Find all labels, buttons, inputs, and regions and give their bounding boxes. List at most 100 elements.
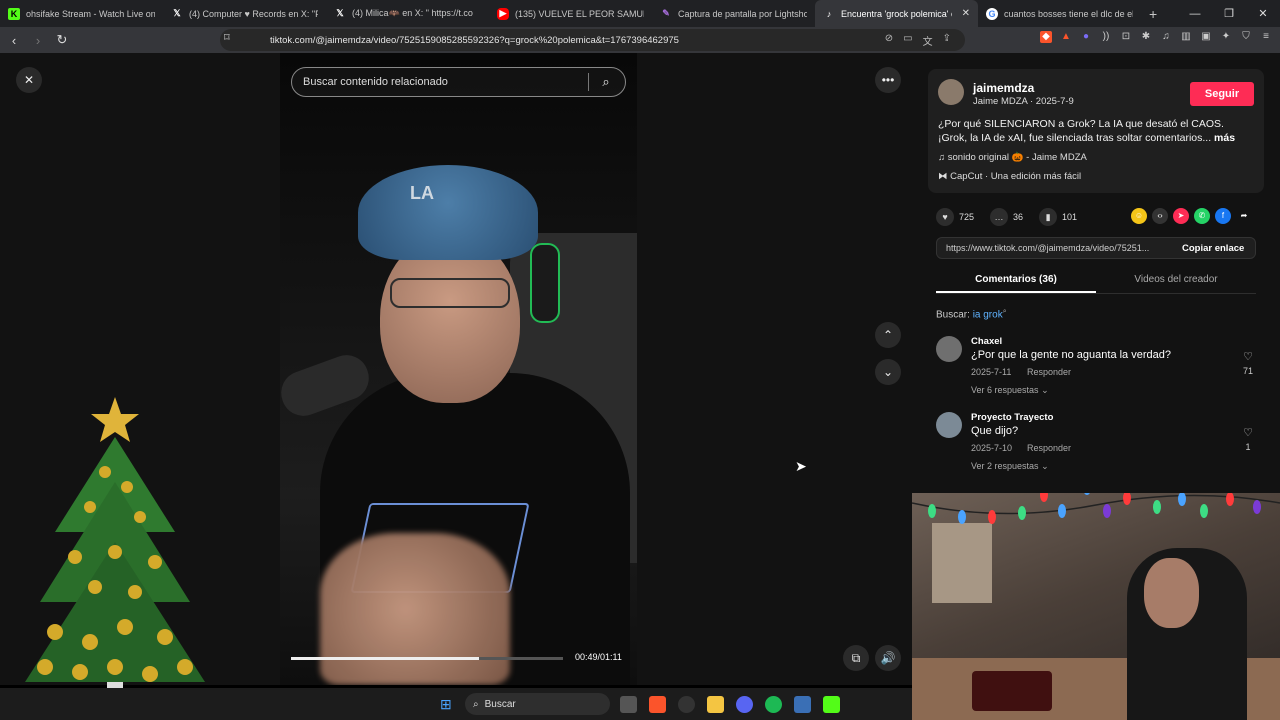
avatar[interactable] [938, 79, 964, 105]
browser-tabbar: Kohsifake Stream - Watch Live on 𝕏 (4) Co… [0, 0, 1280, 27]
creator-username[interactable]: jaimemdza [973, 81, 1034, 95]
brave-shield-icon[interactable]: ◆ [1040, 31, 1052, 43]
avatar[interactable] [936, 336, 962, 362]
sidebar-icon[interactable]: ▥ [1180, 31, 1192, 43]
screenshot-icon[interactable]: ⊡ [1120, 31, 1132, 43]
save-button[interactable]: ▮ 101 [1039, 208, 1077, 226]
task-view-icon[interactable] [620, 696, 637, 713]
extension-icon[interactable]: ● [1080, 31, 1092, 43]
browser-tab[interactable]: Kohsifake Stream - Watch Live on [0, 0, 163, 27]
browser-tab[interactable]: 𝕏(4) Computer ♥ Records en X: "PlayS [163, 0, 326, 27]
reply-button[interactable]: Responder [1027, 443, 1071, 453]
video-progress-bar[interactable] [291, 657, 563, 660]
search-icon[interactable]: ⌕ [589, 74, 623, 90]
app-icon[interactable] [794, 696, 811, 713]
follow-button[interactable]: Seguir [1190, 82, 1254, 106]
whatsapp-icon[interactable]: ✆ [1194, 208, 1210, 224]
ai-icon[interactable]: ✦ [1220, 31, 1232, 43]
pip-button[interactable]: ⧉ [843, 645, 869, 671]
view-replies-text: Ver 2 respuestas [971, 461, 1039, 471]
avatar[interactable] [936, 412, 962, 438]
volume-button[interactable]: 🔊 [875, 645, 901, 671]
share-icon[interactable]: ⇪ [943, 33, 951, 48]
vpn-icon[interactable]: ⛉ [1240, 31, 1252, 43]
view-replies-button[interactable]: Ver 6 respuestas ⌄ [971, 385, 1049, 396]
address-bar-icons: ⊘ ▭ 文 ⇪ [885, 33, 951, 48]
new-tab-button[interactable]: + [1141, 6, 1165, 22]
screen: Kohsifake Stream - Watch Live on 𝕏 (4) Co… [0, 0, 1280, 720]
bookmark-icon[interactable]: ⌑ [224, 31, 230, 44]
related-search-input[interactable] [303, 76, 588, 88]
translate-icon[interactable]: 文 [923, 33, 933, 48]
x-icon: 𝕏 [173, 8, 181, 18]
rewards-icon[interactable]: ▲ [1060, 31, 1072, 43]
music-icon[interactable]: ♫ [1160, 31, 1172, 43]
like-button[interactable]: ♥ 725 [936, 208, 974, 226]
comment-user[interactable]: Proyecto Trayecto [971, 412, 1053, 423]
puzzle-icon[interactable]: ✱ [1140, 31, 1152, 43]
comment-like-count: 71 [1242, 366, 1253, 376]
copy-link-button[interactable]: Copiar enlace [1182, 243, 1244, 254]
taskbar-search[interactable]: ⌕ Buscar [465, 693, 610, 715]
folder-icon[interactable] [707, 696, 724, 713]
close-tab-icon[interactable]: ✕ [962, 8, 970, 19]
no-tracking-icon[interactable]: ⊘ [885, 33, 893, 48]
more-options-button[interactable]: ••• [875, 67, 901, 93]
lightshot-icon: ✎ [662, 8, 670, 18]
spotify-icon[interactable] [765, 696, 782, 713]
github-desktop-icon[interactable] [678, 696, 695, 713]
browser-tab[interactable]: ▶(135) VUELVE EL PEOR SAMURAI DE [489, 0, 652, 27]
discord-icon[interactable] [736, 696, 753, 713]
sound-link[interactable]: ♫ sonido original 🎃 - Jaime MDZA [938, 152, 1087, 163]
comment-like-icon[interactable]: ♡ [1240, 350, 1256, 363]
screen-icon[interactable]: ▭ [903, 33, 912, 48]
url-text[interactable]: tiktok.com/@jaimemdza/video/752515908528… [270, 35, 679, 46]
audio-icon[interactable]: )) [1100, 31, 1112, 43]
more-link[interactable]: más [1214, 132, 1235, 144]
send-icon[interactable]: ➤ [1173, 208, 1189, 224]
comment-like-count: 1 [1245, 442, 1251, 452]
reply-button[interactable]: Responder [1027, 367, 1071, 377]
reload-icon[interactable]: ↻ [52, 32, 72, 48]
browser-tab[interactable]: 𝕏 (4) Milica🦇 en X: " https://t.co [326, 0, 489, 27]
browser-tab[interactable]: ✎ Captura de pantalla por Lightshot [652, 0, 815, 27]
view-replies-button[interactable]: Ver 2 respuestas ⌄ [971, 461, 1049, 472]
address-bar[interactable]: tiktok.com/@jaimemdza/video/752515908528… [220, 29, 965, 51]
search-icon: ⌕ [1002, 308, 1007, 315]
windows-start-icon[interactable]: ⊞ [440, 696, 456, 712]
kick-icon[interactable] [823, 696, 840, 713]
close-video-button[interactable]: ✕ [16, 67, 42, 93]
keyboard [972, 671, 1052, 711]
forward-icon[interactable]: › [28, 33, 48, 48]
wallet-icon[interactable]: ▣ [1200, 31, 1212, 43]
comment-user[interactable]: Chaxel [971, 336, 1002, 347]
creator-name-date: Jaime MDZA · 2025-7-9 [973, 96, 1074, 107]
back-icon[interactable]: ‹ [4, 33, 24, 48]
tab-creator-videos[interactable]: Videos del creador [1096, 268, 1256, 293]
search-suggestion-term[interactable]: ia grok [973, 309, 1003, 320]
restore-icon[interactable]: ❐ [1212, 7, 1246, 20]
comment-button[interactable]: … 36 [990, 208, 1023, 226]
capcut-link[interactable]: ⧓ CapCut · Una edición más fácil [938, 171, 1081, 182]
menu-icon[interactable]: ≡ [1260, 31, 1272, 43]
brave-icon[interactable] [649, 696, 666, 713]
previous-video-button[interactable]: ⌃ [875, 322, 901, 348]
next-video-button[interactable]: ⌄ [875, 359, 901, 385]
panel-tabs: Comentarios (36) Videos del creador [936, 268, 1256, 294]
browser-tab[interactable]: Gcuantos bosses tiene el dlc de elden [978, 0, 1141, 27]
share-buttons: ☺ ‹› ➤ ✆ f ➦ [1131, 208, 1252, 224]
share-arrow-icon[interactable]: ➦ [1236, 208, 1252, 224]
search-icon: ⌕ [473, 698, 479, 710]
video-player[interactable]: LA [280, 53, 637, 685]
comment-date: 2025-7-10 [971, 443, 1013, 453]
close-window-icon[interactable]: ✕ [1246, 7, 1280, 20]
facebook-icon[interactable]: f [1215, 208, 1231, 224]
minimize-icon[interactable]: — [1178, 8, 1212, 20]
heart-icon: ♥ [936, 208, 954, 226]
embed-icon[interactable]: ‹› [1152, 208, 1168, 224]
comment-like-icon[interactable]: ♡ [1240, 426, 1256, 439]
browser-tab-active[interactable]: ♪ Encuentra 'grock polemica' e ✕ [815, 0, 978, 27]
copy-link-bar: https://www.tiktok.com/@jaimemdza/video/… [936, 237, 1256, 259]
tab-comments[interactable]: Comentarios (36) [936, 268, 1096, 293]
friends-icon[interactable]: ☺ [1131, 208, 1147, 224]
